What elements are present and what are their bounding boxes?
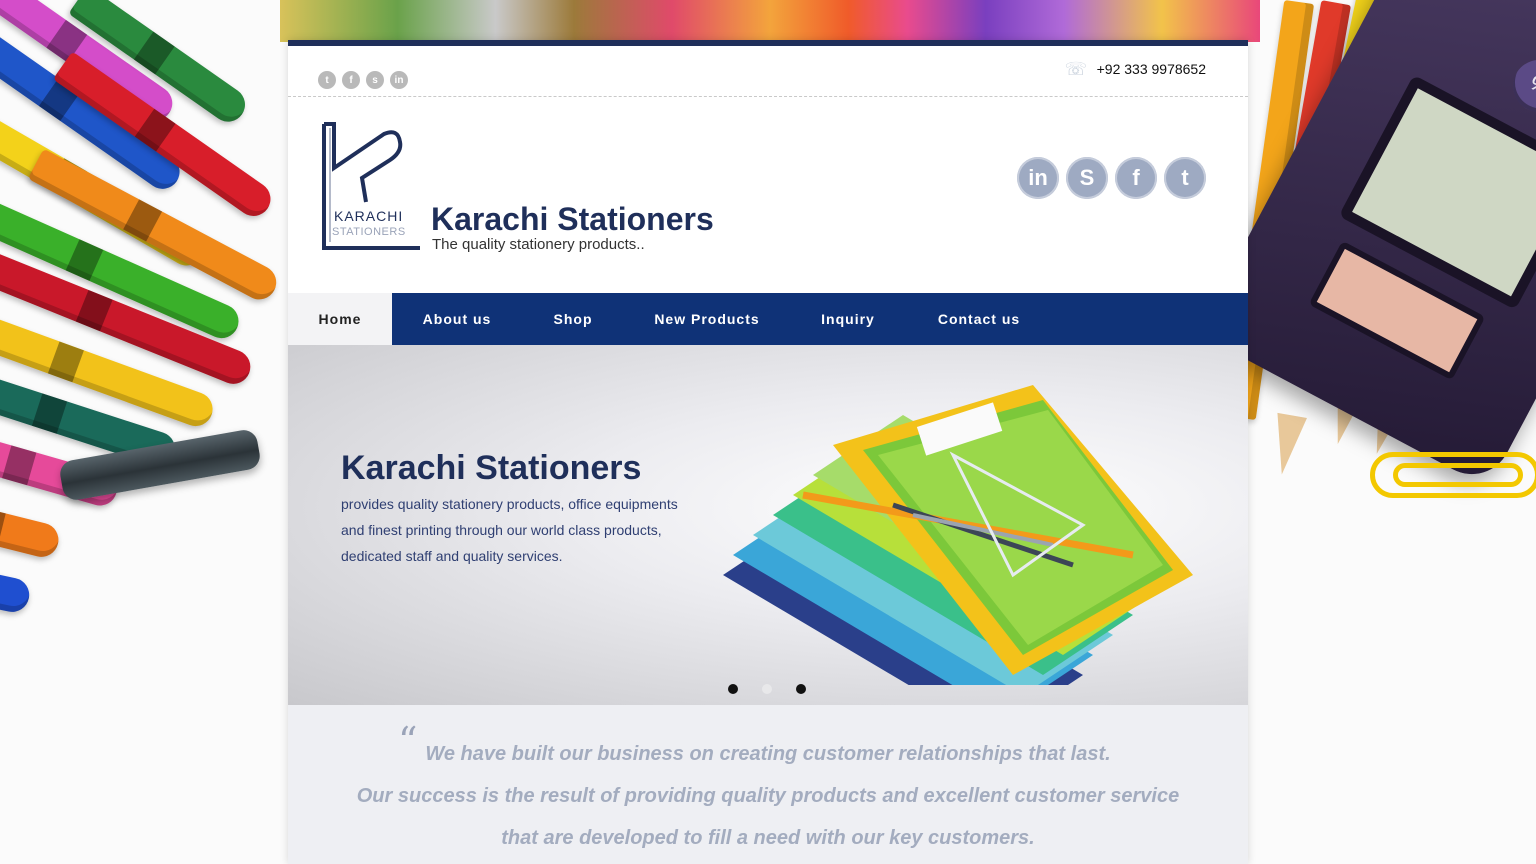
main-navigation: Home About us Shop New Products Inquiry … [288,293,1248,345]
logo-mark-word: KARACHI [334,208,404,224]
top-stationery-strip [280,0,1260,42]
slider-dots [728,684,806,694]
nav-shop[interactable]: Shop [522,293,624,345]
slider-dot-active[interactable] [762,684,772,694]
twitter-icon[interactable]: t [318,71,336,89]
hero-slider: Karachi Stationers provides quality stat… [288,345,1248,705]
notebooks-illustration [723,385,1193,685]
phone-number: +92 333 9978652 [1096,61,1206,77]
testimonial-quote: “ We have built our business on creating… [288,705,1248,864]
nav-inquiry[interactable]: Inquiry [790,293,906,345]
slider-dot[interactable] [728,684,738,694]
skype-icon[interactable]: S [1066,157,1108,199]
brand-name: Karachi Stationers [431,201,714,237]
logo-mark-sub: STATIONERS [332,226,406,238]
phone-contact: ☏ +92 333 9978652 [1065,59,1206,79]
pencil-tip [1267,412,1307,478]
site-logo[interactable]: KARACHI STATIONERS Karachi Stationers Th… [318,120,738,260]
facebook-icon[interactable]: f [342,71,360,89]
phone-icon: ☏ [1064,59,1088,79]
crayon [0,558,33,616]
crayon [0,493,63,561]
quote-line: We have built our business on creating c… [425,743,1111,765]
nav-about-us[interactable]: About us [392,293,522,345]
nav-contact-us[interactable]: Contact us [906,293,1052,345]
facebook-icon[interactable]: f [1115,157,1157,199]
quote-line: that are developed to fill a need with o… [501,827,1035,849]
brand-tagline: The quality stationery products.. [432,236,645,253]
social-links: in S f t [1017,157,1206,199]
linkedin-icon[interactable]: in [1017,157,1059,199]
hero-description: provides quality stationery products, of… [341,496,678,564]
nav-home[interactable]: Home [288,293,392,345]
skype-icon[interactable]: s [366,71,384,89]
slider-dot[interactable] [796,684,806,694]
linkedin-icon[interactable]: in [390,71,408,89]
twitter-icon[interactable]: t [1164,157,1206,199]
top-bar: t f s in ☏ +92 333 9978652 [288,46,1248,97]
quote-line: Our success is the result of providing q… [356,785,1180,807]
paperclip [1370,452,1536,498]
mini-social-links: t f s in [318,71,408,89]
nav-new-products[interactable]: New Products [624,293,790,345]
page-container: t f s in ☏ +92 333 9978652 KARACHI STATI… [288,40,1248,864]
calculator-key: % [1503,50,1536,122]
hero-title: Karachi Stationers [341,449,642,487]
